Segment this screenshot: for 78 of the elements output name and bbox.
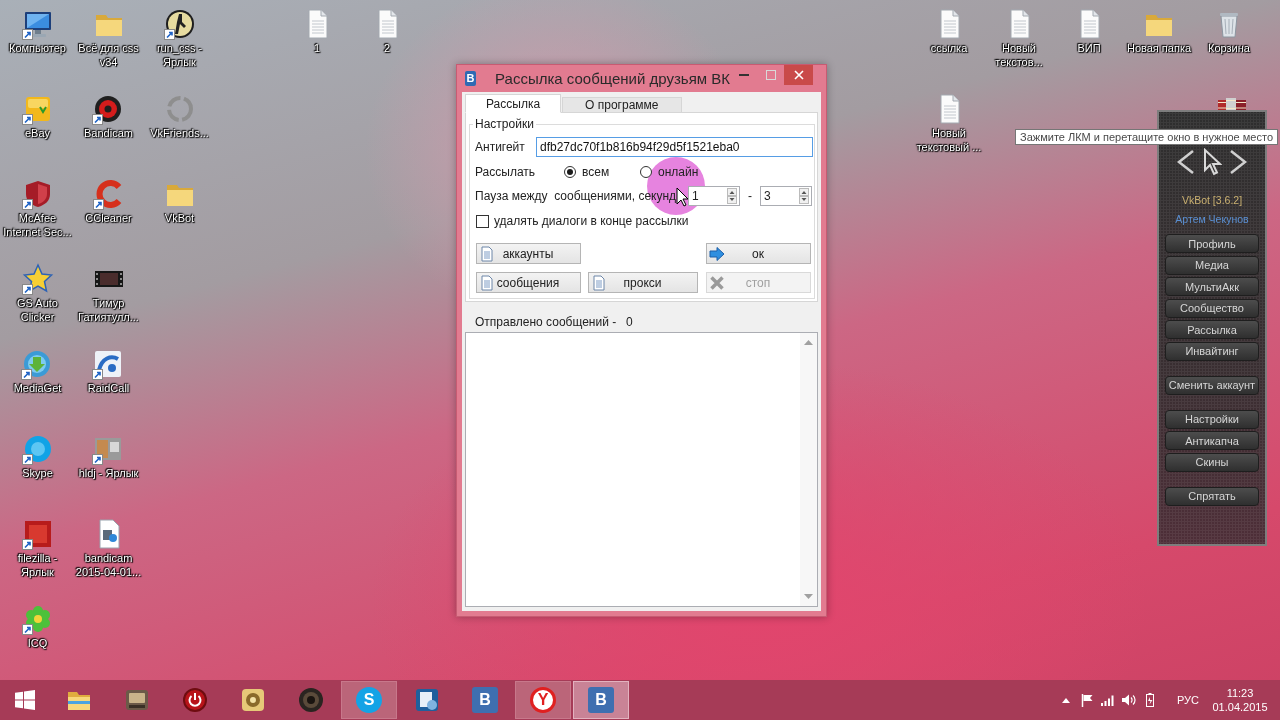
app-logo: B	[465, 71, 477, 86]
menu-button[interactable]: Антикапча	[1165, 431, 1259, 450]
number-field[interactable]: 1	[688, 186, 740, 206]
radio-option[interactable]: всем	[564, 165, 640, 179]
tooltip: Зажмите ЛКМ и перетащите окно в нужное место	[1015, 129, 1278, 145]
desktop-item[interactable]: Новая папка	[1126, 8, 1192, 55]
sent-label: Отправлено сообщений -	[475, 315, 618, 329]
desktop-item[interactable]: MediaGet	[13, 348, 62, 395]
power-icon	[181, 686, 209, 714]
action-button[interactable]: ок	[706, 243, 811, 264]
clock[interactable]: 11:23 01.04.2015	[1212, 686, 1268, 714]
desktop-item[interactable]: Компьютер	[9, 8, 66, 55]
radio-button[interactable]	[564, 166, 576, 178]
desktop-item[interactable]: VkBot	[163, 178, 196, 225]
star-icon	[21, 263, 54, 295]
number-field[interactable]: 3	[760, 186, 812, 206]
desktop-item[interactable]: 1	[301, 8, 333, 55]
taskbar-app-button[interactable]: B	[573, 681, 629, 719]
desktop-item[interactable]: McAfee Internet Sec...	[0, 178, 75, 239]
document-icon	[591, 274, 607, 291]
antigate-field[interactable]: dfb27dc70f1b816b94f29d5f1521eba0	[536, 137, 813, 157]
group-title: Настройки	[474, 117, 535, 131]
desktop-item[interactable]: ICQ	[21, 603, 54, 650]
spin-arrows-icon[interactable]	[727, 188, 737, 204]
checkbox[interactable]	[476, 214, 489, 228]
action-button[interactable]: сообщения	[476, 272, 581, 293]
desktop-item[interactable]: RaidCall	[87, 348, 130, 395]
desktop-item[interactable]: ВИП	[1073, 8, 1105, 55]
desktop-item[interactable]: Bandicam	[84, 93, 133, 140]
desktop-item[interactable]: VkFriends...	[150, 93, 209, 140]
desktop-item[interactable]: ссылка	[930, 8, 968, 55]
start-icon	[15, 690, 35, 710]
desktop-item[interactable]: Skype	[21, 433, 54, 480]
flag-icon[interactable]	[1079, 692, 1095, 708]
close-icon	[793, 70, 804, 80]
cross-icon	[709, 274, 725, 291]
range-separator: -	[747, 189, 753, 203]
close-button[interactable]	[784, 65, 813, 85]
radio-button[interactable]	[640, 166, 652, 178]
arrow-right-icon	[709, 245, 725, 262]
desktop-item[interactable]: eBay	[21, 93, 54, 140]
menu-button[interactable]: МультиАкк	[1165, 277, 1259, 296]
volume-icon[interactable]	[1121, 692, 1137, 708]
checkbox-option[interactable]: удалять диалоги в конце рассылки	[475, 214, 689, 228]
spin-arrows-icon[interactable]	[799, 188, 809, 204]
desktop-item[interactable]: Новый текстов...	[982, 8, 1056, 69]
books-icon[interactable]	[1217, 97, 1247, 111]
field-label: Рассылать	[475, 165, 537, 179]
desktop-item[interactable]: CCleaner	[85, 178, 132, 225]
radio-option[interactable]: онлайн	[640, 165, 699, 179]
action-button[interactable]: аккаунты	[476, 243, 581, 264]
user-name[interactable]: Артем Чекунов	[1175, 212, 1249, 226]
chevron-left-icon[interactable]	[1176, 149, 1196, 175]
mouse-pointer-icon	[676, 187, 689, 207]
desktop-item[interactable]: hldj - Ярлык	[78, 433, 139, 480]
chevron-right-icon[interactable]	[1228, 149, 1248, 175]
language-indicator[interactable]: РУС	[1173, 694, 1203, 706]
desktop-item[interactable]: Корзина	[1208, 8, 1250, 55]
maximize-icon	[765, 70, 776, 80]
document-icon	[479, 245, 495, 262]
sent-count: 0	[626, 315, 633, 329]
tab[interactable]: Рассылка	[465, 94, 562, 113]
taskbar-app-button[interactable]: S	[341, 681, 397, 719]
desktop-item[interactable]: Новый текстовый ...	[912, 93, 986, 154]
menu-button[interactable]: Профиль	[1165, 234, 1259, 253]
taskbar-app-button[interactable]: Y	[515, 681, 571, 719]
menu-button[interactable]: Рассылка	[1165, 320, 1259, 339]
action-button[interactable]: прокси	[588, 272, 698, 293]
window-title: Рассылка сообщений друзьям ВК	[495, 70, 730, 87]
document-icon	[479, 274, 495, 291]
speaker-icon	[297, 686, 325, 714]
pointer-icon[interactable]	[1202, 148, 1222, 176]
desktop-item[interactable]: 2	[371, 8, 403, 55]
field-label: Антигейт	[475, 140, 526, 154]
version-label: VkBot [3.6.2]	[1181, 193, 1243, 207]
document-tile-icon	[413, 686, 441, 714]
taskbar-app-button[interactable]: B	[457, 681, 513, 719]
tab[interactable]: О программе	[562, 97, 682, 113]
